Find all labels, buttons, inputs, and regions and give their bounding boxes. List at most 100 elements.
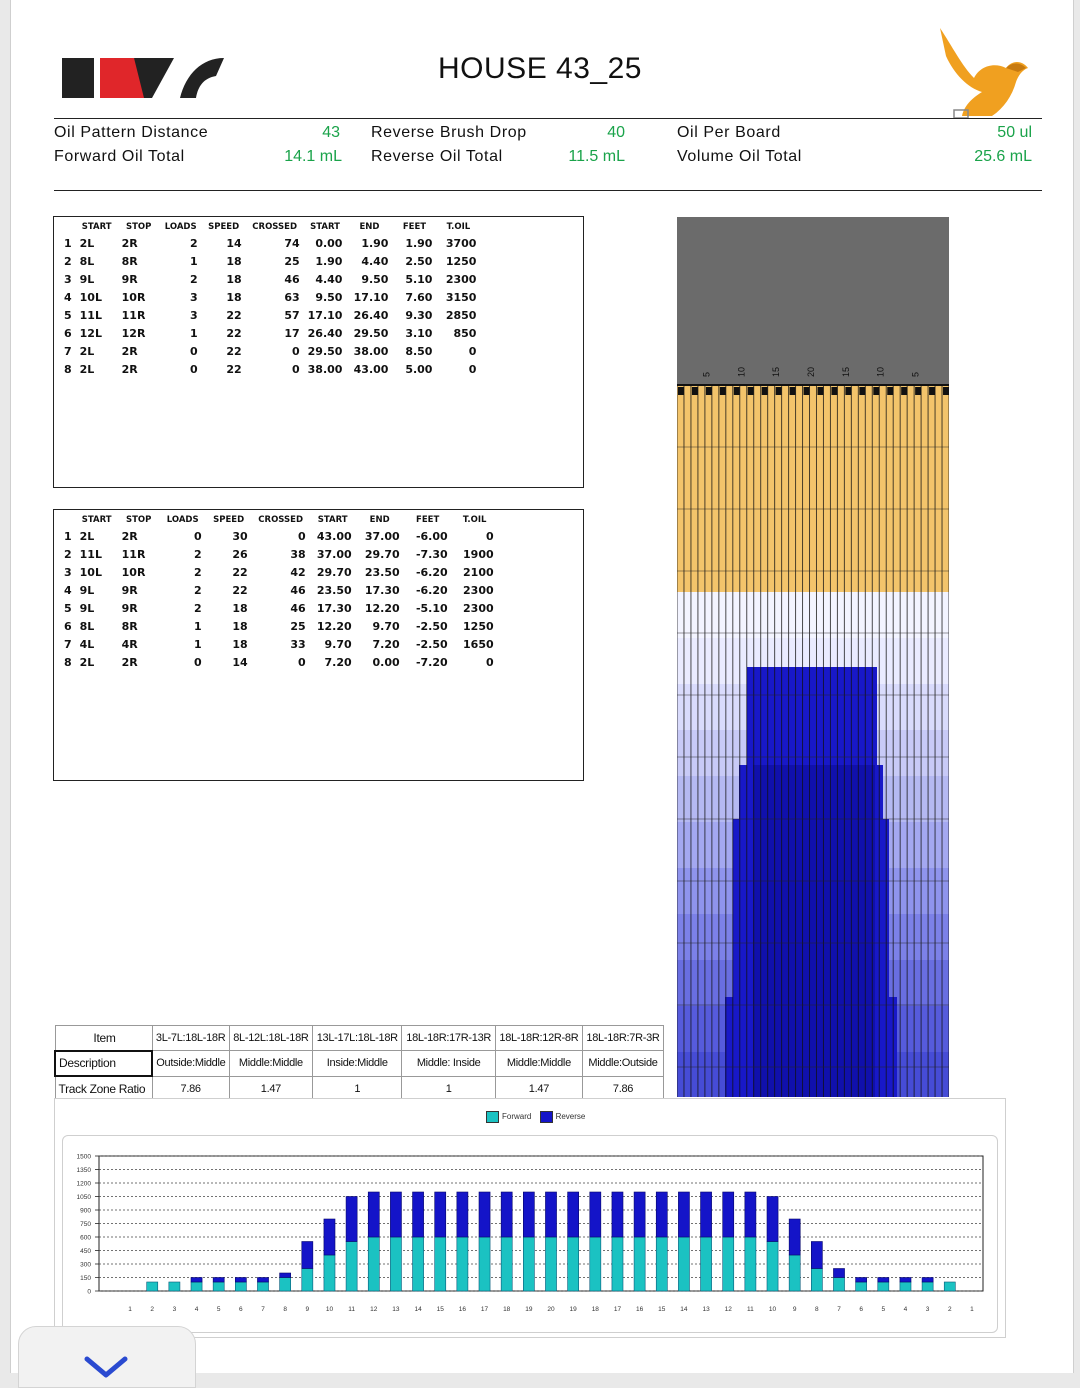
description-cell: Middle:Middle — [228, 1050, 314, 1077]
bar-forward — [811, 1268, 823, 1292]
table-cell: 5 — [64, 601, 72, 615]
x-tick-label: 19 — [525, 1306, 533, 1313]
brush-drop-label: Reverse Brush Drop — [371, 124, 527, 141]
y-tick-label: 750 — [80, 1221, 91, 1228]
board-marker — [929, 387, 936, 395]
bar-forward — [877, 1281, 890, 1292]
table-cell: 0.00 — [372, 655, 400, 669]
bar-reverse — [788, 1218, 801, 1256]
x-tick-label: 17 — [614, 1306, 622, 1313]
col-header: START — [81, 515, 112, 525]
table-cell: 850 — [453, 326, 477, 340]
table-cell: 8.50 — [405, 344, 433, 358]
table-cell: 33 — [290, 637, 306, 651]
table-cell: 2R — [121, 344, 138, 358]
table-cell: 26.40 — [353, 308, 389, 322]
arrow-label: 15 — [841, 367, 851, 377]
board-oil-bar-chart: 150013501200105090075060045030015001 2 3 4 5… — [62, 1135, 998, 1333]
table-cell: 8R — [121, 254, 138, 268]
bar-forward — [146, 1281, 159, 1292]
table-cell: 2100 — [463, 565, 494, 579]
pattern-distance-value: 43 — [322, 124, 340, 141]
bar-reverse — [212, 1277, 225, 1283]
board-marker — [915, 387, 922, 395]
reverse-oil-core — [753, 765, 875, 1097]
table-cell: 9.50 — [315, 290, 343, 304]
y-tick-label: 1200 — [77, 1181, 92, 1188]
table-cell: 2 — [194, 565, 202, 579]
x-tick-label: 1 — [970, 1306, 974, 1313]
board-marker — [705, 387, 712, 395]
table-row: 4 9L 9R 2 22 46 23.50 17.30 -6.20 2300 — [60, 581, 498, 599]
col-header — [60, 513, 76, 527]
bar-forward — [168, 1281, 181, 1292]
table-cell: 25 — [290, 619, 306, 633]
table-cell: 8 — [64, 655, 72, 669]
table-cell: 2 — [194, 547, 202, 561]
arrow-label: 15 — [771, 367, 781, 377]
table-cell: 7.20 — [324, 655, 352, 669]
table-cell: 37.00 — [316, 547, 352, 561]
table-row: 6 8L 8R 1 18 25 12.20 9.70 -2.50 1250 — [60, 617, 498, 635]
description-label[interactable]: Description — [54, 1049, 153, 1078]
table-cell: 10L — [79, 290, 102, 304]
bar-forward — [678, 1236, 690, 1292]
table-cell: 10L — [79, 565, 102, 579]
bar-reverse — [367, 1191, 380, 1238]
table-cell: 2 — [64, 547, 72, 561]
table-cell: 38.00 — [307, 362, 343, 376]
table-cell: 4R — [121, 637, 138, 651]
description-cell: Inside:Middle — [312, 1050, 403, 1077]
bar-forward — [833, 1277, 845, 1292]
table-cell: 0 — [486, 655, 494, 669]
y-tick-label: 1050 — [77, 1194, 92, 1201]
table-cell: -2.50 — [415, 637, 448, 651]
table-cell: 9.50 — [361, 272, 389, 286]
table-cell: 1650 — [463, 637, 494, 651]
table-cell: 6 — [64, 326, 72, 340]
description-cell: Middle:Middle — [494, 1050, 583, 1077]
table-cell: 2R — [121, 236, 138, 250]
table-cell: 0.00 — [315, 236, 343, 250]
bar-reverse — [700, 1191, 712, 1238]
table-cell: -7.30 — [415, 547, 448, 561]
x-tick-label: 10 — [769, 1306, 777, 1313]
bar-reverse — [899, 1277, 912, 1283]
table-cell: 5.10 — [405, 272, 433, 286]
lane-oil-graph: 5 10 15 20 15 10 5 — [677, 217, 949, 1097]
x-tick-label: 11 — [348, 1306, 355, 1313]
bar-forward — [633, 1236, 646, 1292]
x-tick-label: 13 — [392, 1306, 400, 1313]
table-cell: 2 — [190, 236, 198, 250]
x-tick-label: 3 — [173, 1306, 177, 1313]
table-cell: 8L — [79, 619, 95, 633]
x-tick-label: 18 — [503, 1306, 511, 1313]
table-cell: 5.00 — [405, 362, 433, 376]
table-cell: 18 — [232, 619, 248, 633]
table-cell: 2L — [79, 344, 95, 358]
bar-forward — [478, 1236, 491, 1292]
table-cell: 7.20 — [372, 637, 400, 651]
chart-legend: Forward Reverse — [486, 1111, 585, 1123]
table-cell: 74 — [284, 236, 300, 250]
table-cell: 4.40 — [315, 272, 343, 286]
table-cell: 25 — [284, 254, 300, 268]
zone-column-header: 8L-12L:18L-18R — [228, 1024, 314, 1052]
legend-swatch-forward — [486, 1111, 499, 1123]
col-header: FEET — [416, 515, 440, 525]
x-tick-label: 14 — [680, 1306, 688, 1313]
table-cell: 0 — [468, 344, 477, 358]
table-cell: -6.20 — [415, 565, 448, 579]
col-header: START — [81, 222, 112, 232]
bar-reverse — [833, 1268, 845, 1278]
board-marker — [887, 387, 894, 395]
table-cell: 9.70 — [372, 619, 400, 633]
per-board-value: 50 ul — [997, 124, 1032, 141]
arrow-label: 5 — [911, 372, 921, 377]
table-cell: 4 — [64, 583, 72, 597]
collapse-tab[interactable] — [18, 1326, 196, 1388]
table-cell: 4.40 — [361, 254, 389, 268]
zone-column-header: 3L-7L:18L-18R — [151, 1024, 230, 1052]
x-tick-label: 5 — [217, 1306, 221, 1313]
bar-forward — [390, 1236, 402, 1292]
